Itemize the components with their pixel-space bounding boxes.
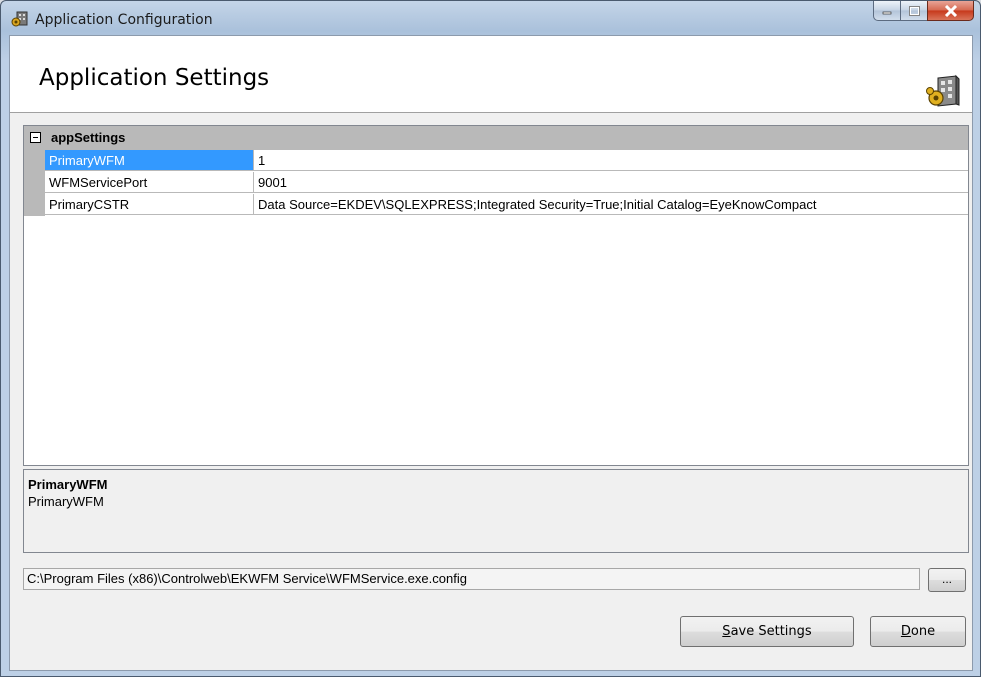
maximize-icon — [908, 5, 920, 16]
caption-buttons — [873, 1, 974, 23]
property-name[interactable]: PrimaryWFM — [45, 150, 254, 171]
minimize-button[interactable] — [873, 1, 900, 21]
property-grid[interactable]: appSettings PrimaryWFM 1 WFMServicePort … — [23, 125, 969, 466]
category-row[interactable]: appSettings — [24, 126, 968, 150]
category-label: appSettings — [51, 130, 126, 145]
done-button[interactable]: Done — [870, 616, 966, 647]
save-label: ave Settings — [730, 624, 812, 639]
maximize-button[interactable] — [900, 1, 927, 21]
browse-button[interactable]: ... — [928, 568, 966, 592]
help-description: PrimaryWFM — [28, 494, 104, 509]
save-settings-button[interactable]: Save Settings — [680, 616, 854, 647]
settings-building-icon — [926, 74, 960, 107]
window-title: Application Configuration — [35, 12, 213, 28]
config-path-field[interactable]: C:\Program Files (x86)\Controlweb\EKWFM … — [23, 568, 920, 590]
done-mnemonic: D — [900, 624, 911, 639]
title-bar[interactable]: Application Configuration — [1, 1, 980, 35]
close-button[interactable] — [927, 1, 974, 21]
header-panel: Application Settings — [10, 36, 972, 113]
property-row[interactable]: WFMServicePort 9001 — [24, 172, 968, 194]
property-value[interactable]: 9001 — [254, 172, 968, 193]
application-window: Application Configuration Application Se… — [0, 0, 981, 677]
help-title: PrimaryWFM — [28, 477, 108, 492]
collapse-icon[interactable] — [30, 132, 41, 143]
row-gutter — [24, 194, 45, 216]
close-icon — [944, 4, 957, 17]
page-title: Application Settings — [39, 65, 270, 91]
property-row[interactable]: PrimaryCSTR Data Source=EKDEV\SQLEXPRESS… — [24, 194, 968, 216]
app-icon — [11, 11, 28, 27]
row-gutter — [24, 150, 45, 172]
property-row[interactable]: PrimaryWFM 1 — [24, 150, 968, 172]
help-panel: PrimaryWFM PrimaryWFM — [23, 469, 969, 553]
property-value[interactable]: Data Source=EKDEV\SQLEXPRESS;Integrated … — [254, 194, 968, 215]
save-mnemonic: S — [722, 624, 731, 639]
minimize-icon — [882, 11, 892, 14]
done-label: one — [910, 624, 936, 639]
property-value[interactable]: 1 — [254, 150, 968, 171]
property-name[interactable]: WFMServicePort — [45, 172, 254, 193]
property-name[interactable]: PrimaryCSTR — [45, 194, 254, 215]
client-area: Application Settings appSettings Primary… — [9, 35, 973, 671]
row-gutter — [24, 172, 45, 194]
